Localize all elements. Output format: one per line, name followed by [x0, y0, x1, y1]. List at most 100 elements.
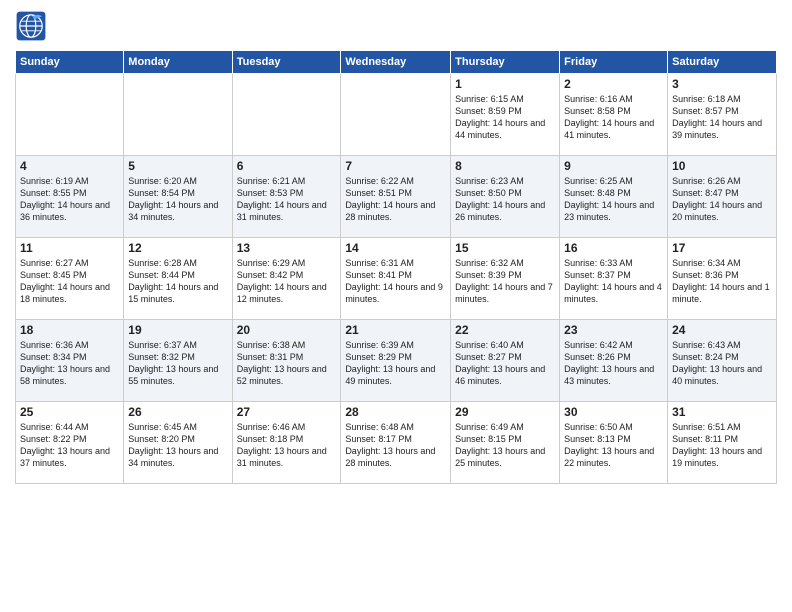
calendar-cell: 6 Sunrise: 6:21 AM Sunset: 8:53 PM Daylig… [232, 156, 341, 238]
day-info: Sunrise: 6:23 AM Sunset: 8:50 PM Dayligh… [455, 175, 555, 224]
calendar-cell: 14 Sunrise: 6:31 AM Sunset: 8:41 PM Dayli… [341, 238, 451, 320]
calendar-cell: 7Sunrise: 6:22 AM Sunset: 8:51 PM Daylig… [341, 156, 451, 238]
week-row-0: 1Sunrise: 6:15 AM Sunset: 8:59 PM Daylig… [16, 74, 777, 156]
week-row-2: 11 Sunrise: 6:27 AM Sunset: 8:45 PM Dayli… [16, 238, 777, 320]
calendar-cell: 23 Sunrise: 6:42 AM Sunset: 8:26 PM Dayli… [560, 320, 668, 402]
calendar-cell [232, 74, 341, 156]
day-number: 27 [237, 405, 337, 419]
col-header-wednesday: Wednesday [341, 51, 451, 74]
day-number: 23 [564, 323, 663, 337]
col-header-sunday: Sunday [16, 51, 124, 74]
day-number: 1 [455, 77, 555, 91]
day-number: 19 [128, 323, 227, 337]
calendar-cell: 27Sunrise: 6:46 AM Sunset: 8:18 PM Dayli… [232, 402, 341, 484]
day-info: Sunrise: 6:18 AM Sunset: 8:57 PM Dayligh… [672, 93, 772, 142]
calendar: SundayMondayTuesdayWednesdayThursdayFrid… [15, 50, 777, 484]
day-number: 11 [20, 241, 119, 255]
day-number: 12 [128, 241, 227, 255]
day-number: 18 [20, 323, 119, 337]
calendar-cell: 2 Sunrise: 6:16 AM Sunset: 8:58 PM Daylig… [560, 74, 668, 156]
calendar-cell: 25 Sunrise: 6:44 AM Sunset: 8:22 PM Dayli… [16, 402, 124, 484]
col-header-tuesday: Tuesday [232, 51, 341, 74]
calendar-cell: 9 Sunrise: 6:25 AM Sunset: 8:48 PM Daylig… [560, 156, 668, 238]
day-info: Sunrise: 6:20 AM Sunset: 8:54 PM Dayligh… [128, 175, 227, 224]
day-info: Sunrise: 6:36 AM Sunset: 8:34 PM Dayligh… [20, 339, 119, 388]
calendar-cell: 15 Sunrise: 6:32 AM Sunset: 8:39 PM Dayli… [451, 238, 560, 320]
day-number: 30 [564, 405, 663, 419]
day-number: 3 [672, 77, 772, 91]
day-info: Sunrise: 6:49 AM Sunset: 8:15 PM Dayligh… [455, 421, 555, 470]
calendar-cell: 17 Sunrise: 6:34 AM Sunset: 8:36 PM Dayli… [668, 238, 777, 320]
day-number: 9 [564, 159, 663, 173]
day-number: 21 [345, 323, 446, 337]
calendar-cell: 1Sunrise: 6:15 AM Sunset: 8:59 PM Daylig… [451, 74, 560, 156]
day-info: Sunrise: 6:25 AM Sunset: 8:48 PM Dayligh… [564, 175, 663, 224]
day-number: 2 [564, 77, 663, 91]
col-header-thursday: Thursday [451, 51, 560, 74]
calendar-cell [124, 74, 232, 156]
calendar-cell: 20Sunrise: 6:38 AM Sunset: 8:31 PM Dayli… [232, 320, 341, 402]
day-number: 20 [237, 323, 337, 337]
calendar-cell: 24 Sunrise: 6:43 AM Sunset: 8:24 PM Dayli… [668, 320, 777, 402]
day-info: Sunrise: 6:43 AM Sunset: 8:24 PM Dayligh… [672, 339, 772, 388]
week-row-3: 18 Sunrise: 6:36 AM Sunset: 8:34 PM Dayli… [16, 320, 777, 402]
day-number: 4 [20, 159, 119, 173]
day-number: 26 [128, 405, 227, 419]
page-header [15, 10, 777, 42]
calendar-cell: 18 Sunrise: 6:36 AM Sunset: 8:34 PM Dayli… [16, 320, 124, 402]
day-number: 8 [455, 159, 555, 173]
calendar-cell: 11 Sunrise: 6:27 AM Sunset: 8:45 PM Dayli… [16, 238, 124, 320]
calendar-cell: 21 Sunrise: 6:39 AM Sunset: 8:29 PM Dayli… [341, 320, 451, 402]
day-info: Sunrise: 6:29 AM Sunset: 8:42 PM Dayligh… [237, 257, 337, 306]
day-info: Sunrise: 6:50 AM Sunset: 8:13 PM Dayligh… [564, 421, 663, 470]
calendar-cell: 12 Sunrise: 6:28 AM Sunset: 8:44 PM Dayli… [124, 238, 232, 320]
day-info: Sunrise: 6:37 AM Sunset: 8:32 PM Dayligh… [128, 339, 227, 388]
calendar-cell: 13 Sunrise: 6:29 AM Sunset: 8:42 PM Dayli… [232, 238, 341, 320]
day-number: 22 [455, 323, 555, 337]
day-number: 24 [672, 323, 772, 337]
calendar-cell: 29 Sunrise: 6:49 AM Sunset: 8:15 PM Dayli… [451, 402, 560, 484]
day-number: 28 [345, 405, 446, 419]
calendar-cell: 16Sunrise: 6:33 AM Sunset: 8:37 PM Dayli… [560, 238, 668, 320]
calendar-cell: 28 Sunrise: 6:48 AM Sunset: 8:17 PM Dayli… [341, 402, 451, 484]
day-info: Sunrise: 6:39 AM Sunset: 8:29 PM Dayligh… [345, 339, 446, 388]
calendar-cell: 30 Sunrise: 6:50 AM Sunset: 8:13 PM Dayli… [560, 402, 668, 484]
day-number: 29 [455, 405, 555, 419]
calendar-cell [341, 74, 451, 156]
day-number: 16 [564, 241, 663, 255]
day-info: Sunrise: 6:21 AM Sunset: 8:53 PM Dayligh… [237, 175, 337, 224]
calendar-cell: 31Sunrise: 6:51 AM Sunset: 8:11 PM Dayli… [668, 402, 777, 484]
day-info: Sunrise: 6:48 AM Sunset: 8:17 PM Dayligh… [345, 421, 446, 470]
logo-icon [15, 10, 47, 42]
day-info: Sunrise: 6:45 AM Sunset: 8:20 PM Dayligh… [128, 421, 227, 470]
day-number: 13 [237, 241, 337, 255]
day-number: 14 [345, 241, 446, 255]
day-info: Sunrise: 6:28 AM Sunset: 8:44 PM Dayligh… [128, 257, 227, 306]
day-info: Sunrise: 6:44 AM Sunset: 8:22 PM Dayligh… [20, 421, 119, 470]
col-header-saturday: Saturday [668, 51, 777, 74]
week-row-1: 4 Sunrise: 6:19 AM Sunset: 8:55 PM Daylig… [16, 156, 777, 238]
day-number: 17 [672, 241, 772, 255]
day-number: 5 [128, 159, 227, 173]
day-info: Sunrise: 6:34 AM Sunset: 8:36 PM Dayligh… [672, 257, 772, 306]
col-header-monday: Monday [124, 51, 232, 74]
day-info: Sunrise: 6:51 AM Sunset: 8:11 PM Dayligh… [672, 421, 772, 470]
calendar-cell: 3 Sunrise: 6:18 AM Sunset: 8:57 PM Daylig… [668, 74, 777, 156]
day-info: Sunrise: 6:42 AM Sunset: 8:26 PM Dayligh… [564, 339, 663, 388]
day-number: 10 [672, 159, 772, 173]
day-info: Sunrise: 6:19 AM Sunset: 8:55 PM Dayligh… [20, 175, 119, 224]
day-info: Sunrise: 6:32 AM Sunset: 8:39 PM Dayligh… [455, 257, 555, 306]
day-info: Sunrise: 6:31 AM Sunset: 8:41 PM Dayligh… [345, 257, 446, 306]
day-number: 15 [455, 241, 555, 255]
day-number: 7 [345, 159, 446, 173]
logo [15, 10, 51, 42]
day-number: 25 [20, 405, 119, 419]
day-info: Sunrise: 6:27 AM Sunset: 8:45 PM Dayligh… [20, 257, 119, 306]
day-info: Sunrise: 6:40 AM Sunset: 8:27 PM Dayligh… [455, 339, 555, 388]
calendar-cell: 8 Sunrise: 6:23 AM Sunset: 8:50 PM Daylig… [451, 156, 560, 238]
col-header-friday: Friday [560, 51, 668, 74]
day-info: Sunrise: 6:16 AM Sunset: 8:58 PM Dayligh… [564, 93, 663, 142]
calendar-cell: 5 Sunrise: 6:20 AM Sunset: 8:54 PM Daylig… [124, 156, 232, 238]
day-number: 6 [237, 159, 337, 173]
calendar-cell: 19 Sunrise: 6:37 AM Sunset: 8:32 PM Dayli… [124, 320, 232, 402]
